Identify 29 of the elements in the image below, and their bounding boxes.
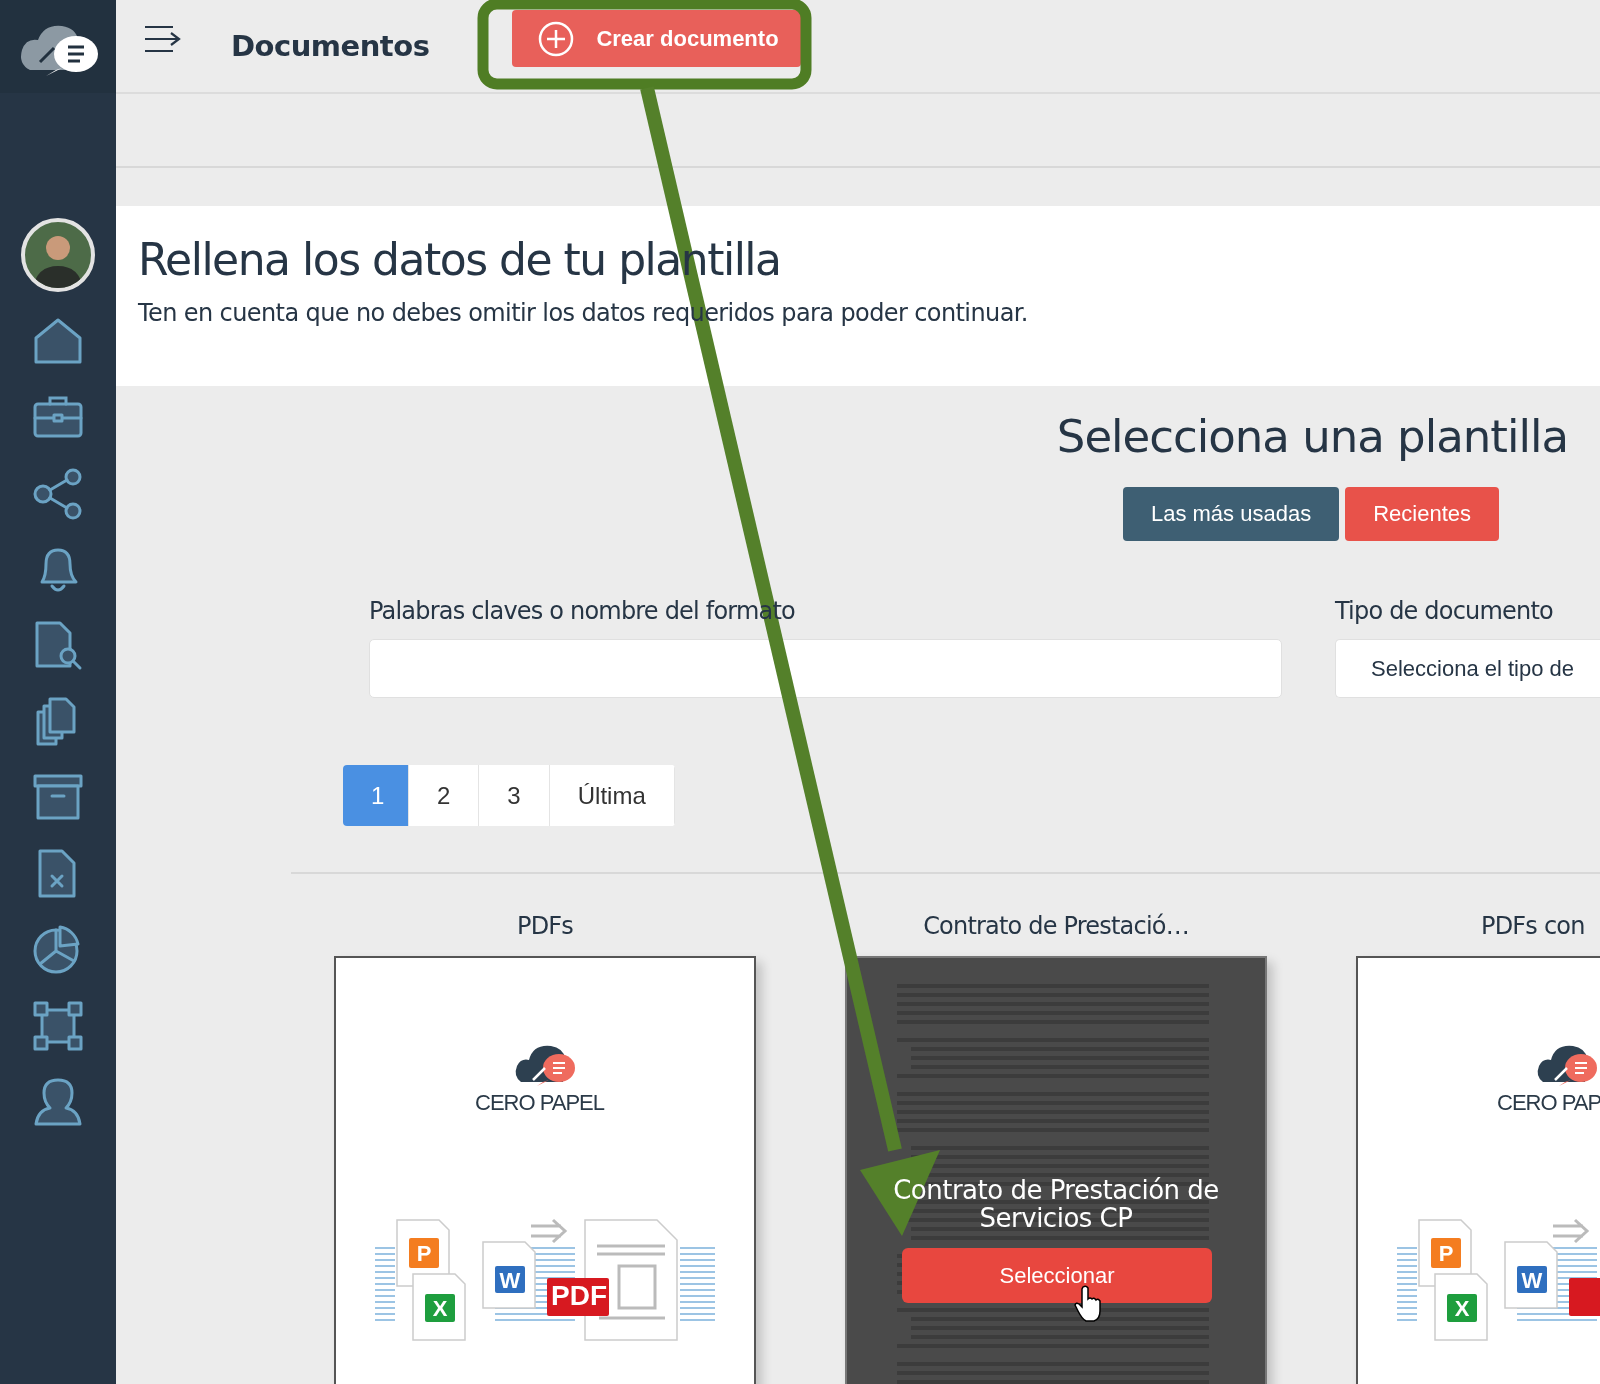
template-card[interactable]: CERO PAPEL P X W PDF: [334, 956, 756, 1384]
file-type-label: W: [1521, 1267, 1543, 1293]
brand-name: CERO PAP: [1497, 1090, 1600, 1116]
document-type-select[interactable]: Selecciona el tipo de: [1335, 639, 1600, 698]
user-icon[interactable]: [32, 1076, 84, 1128]
template-title: PDFs con: [1481, 912, 1585, 940]
hand-cursor-icon: [1074, 1285, 1102, 1323]
brand-name: CERO PAPEL: [475, 1090, 606, 1116]
share-icon[interactable]: [32, 468, 84, 520]
page-title: Documentos: [231, 29, 430, 63]
section-title: Selecciona una plantilla: [1055, 410, 1568, 463]
file-type-label: PDF: [551, 1280, 607, 1311]
template-title: Contrato de Prestació…: [923, 912, 1189, 940]
file-type-label: P: [1438, 1241, 1454, 1266]
plus-icon: [538, 20, 575, 57]
select-button[interactable]: Seleccionar: [902, 1248, 1212, 1303]
template-card[interactable]: CERO PAP P X W: [1356, 956, 1600, 1384]
filter-button[interactable]: Las más usadas: [1122, 487, 1340, 541]
file-type-label: P: [416, 1241, 432, 1266]
file-type-label: X: [1454, 1296, 1470, 1321]
template-title: PDFs: [516, 912, 574, 940]
frame-icon[interactable]: [32, 1000, 84, 1052]
template-card[interactable]: Contrato de Prestación de Servicios CP Seleccionar: [845, 956, 1267, 1384]
field-label: Tipo de documento: [1335, 597, 1554, 625]
template-name: Contrato de Prestación de Servicios CP: [892, 1176, 1220, 1232]
file-type-label: X: [432, 1296, 448, 1321]
filter-button[interactable]: Recientes: [1345, 487, 1499, 541]
keyword-field[interactable]: [369, 639, 1282, 698]
file-type-label: W: [499, 1267, 521, 1293]
